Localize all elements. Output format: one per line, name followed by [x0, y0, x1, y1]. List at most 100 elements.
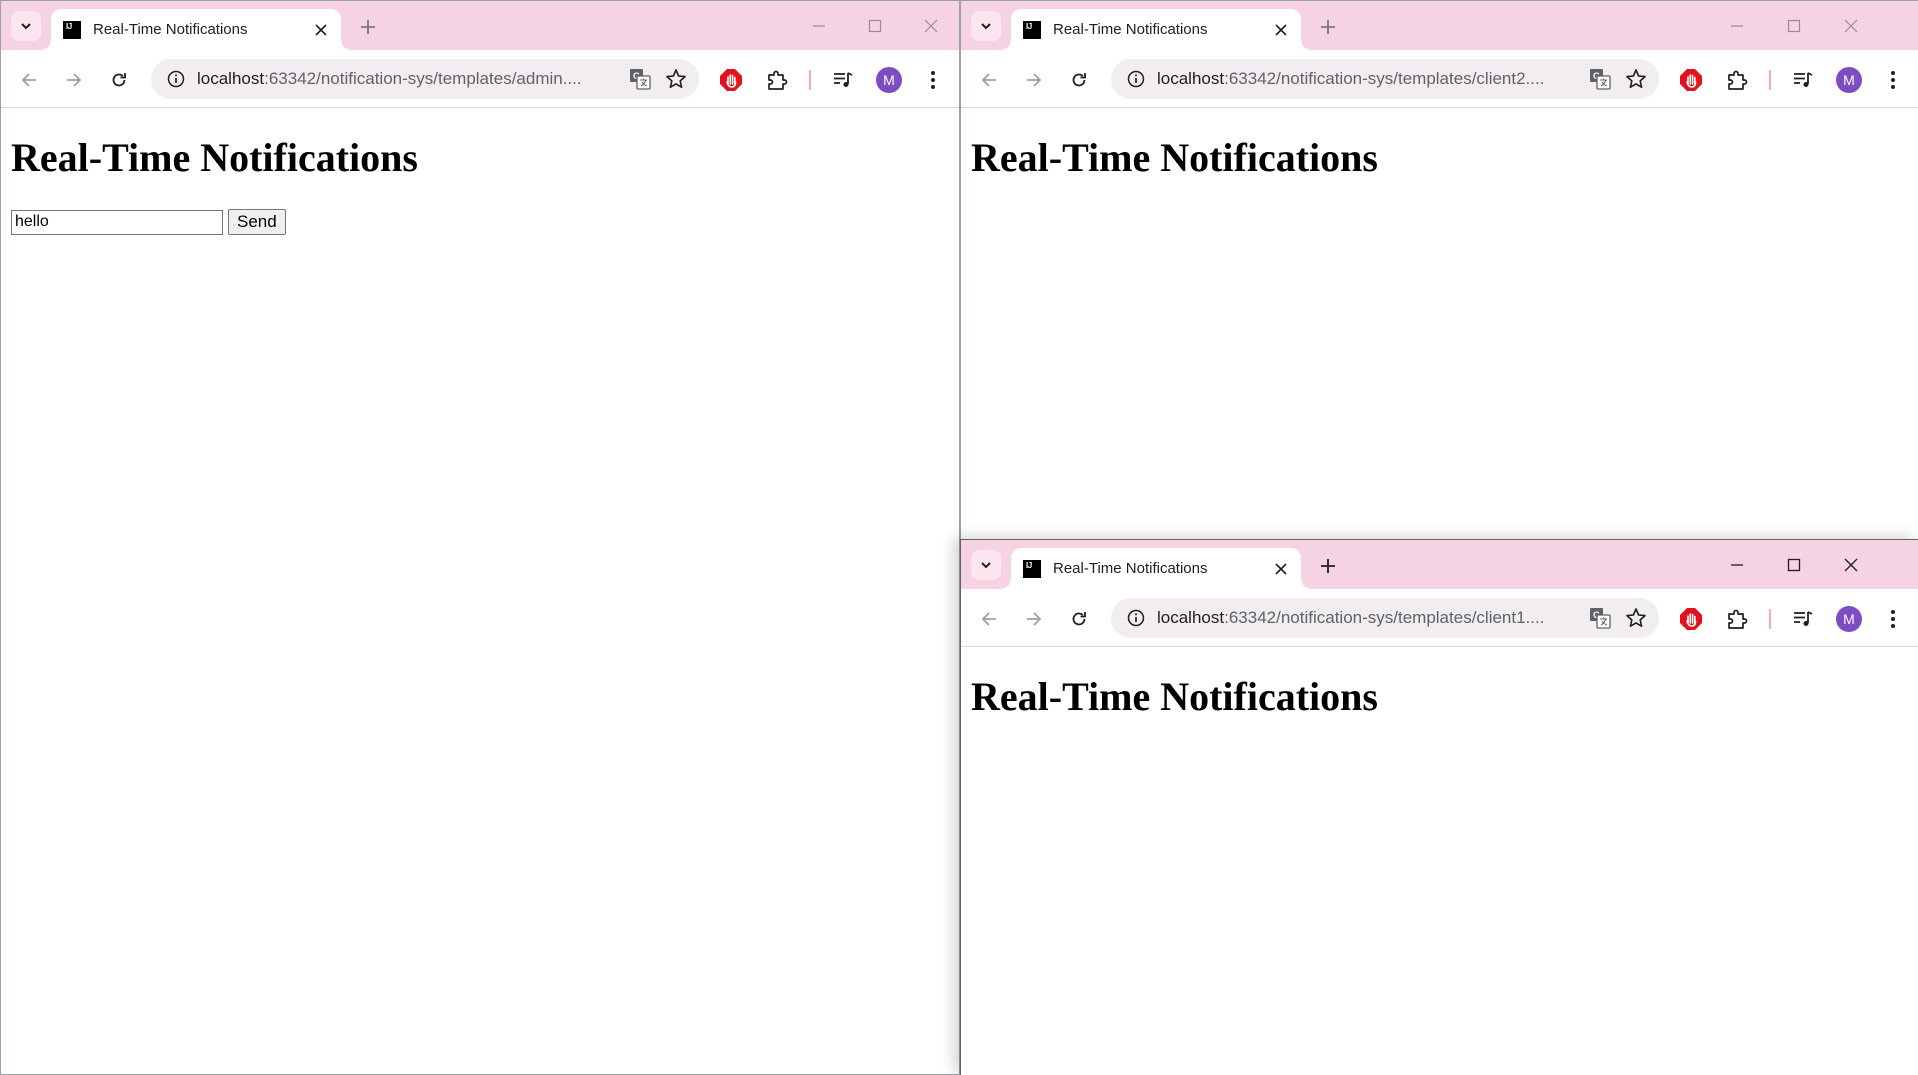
send-button[interactable]: Send [228, 209, 286, 235]
page-content: Real-Time Notifications [961, 674, 1918, 720]
back-button[interactable] [973, 603, 1005, 635]
tab-search-button[interactable] [971, 11, 1001, 41]
plus-icon [361, 20, 375, 34]
tab-search-button[interactable] [11, 11, 41, 41]
tab-close-button[interactable] [1271, 20, 1291, 40]
browser-toolbar: localhost:63342/notification-sys/templat… [961, 589, 1918, 647]
browser-window-client1: IJ Real-Time Notifications localhost:633… [960, 539, 1918, 1075]
page-title: Real-Time Notifications [971, 135, 1378, 180]
site-info-button[interactable] [1125, 607, 1147, 629]
back-icon [21, 73, 36, 87]
extensions-button[interactable] [761, 64, 793, 96]
message-input[interactable] [11, 209, 223, 235]
avatar: M [876, 67, 902, 93]
page-title: Real-Time Notifications [11, 135, 418, 180]
forward-button[interactable] [58, 64, 90, 96]
browser-window-admin: IJ Real-Time Notifications localhost:633… [0, 0, 960, 1075]
browser-toolbar: localhost:63342/notification-sys/templat… [961, 50, 1918, 108]
reload-button[interactable] [1063, 603, 1095, 635]
url-host: localhost [1157, 69, 1225, 88]
maximize-button[interactable] [847, 1, 903, 50]
minimize-button[interactable] [1709, 540, 1765, 589]
minimize-button[interactable] [1709, 1, 1765, 50]
translate-icon[interactable]: G [1589, 607, 1611, 629]
close-icon [1275, 23, 1287, 36]
menu-button[interactable] [1877, 603, 1909, 635]
extensions-button[interactable] [1721, 603, 1753, 635]
close-icon [1844, 19, 1858, 32]
star-icon[interactable] [1625, 68, 1647, 90]
new-tab-button[interactable] [1315, 14, 1341, 40]
jetbrains-favicon-icon: IJ [63, 20, 81, 39]
address-bar[interactable]: localhost:63342/notification-sys/templat… [151, 59, 699, 99]
profile-button[interactable]: M [873, 64, 905, 96]
back-button[interactable] [973, 64, 1005, 96]
extensions-button[interactable] [1721, 64, 1753, 96]
close-icon [1275, 562, 1287, 575]
star-icon[interactable] [665, 68, 687, 90]
maximize-button[interactable] [1766, 540, 1822, 589]
media-icon [834, 72, 853, 87]
extensions-icon [768, 70, 788, 90]
site-info-button[interactable] [1125, 68, 1147, 90]
address-bar[interactable]: localhost:63342/notification-sys/templat… [1111, 598, 1659, 638]
translate-icon[interactable]: G [629, 68, 651, 90]
media-controls-button[interactable] [1787, 603, 1819, 635]
address-bar[interactable]: localhost:63342/notification-sys/templat… [1111, 59, 1659, 99]
maximize-button[interactable] [1766, 1, 1822, 50]
tab-close-button[interactable] [1271, 559, 1291, 579]
forward-button[interactable] [1018, 603, 1050, 635]
browser-toolbar: localhost:63342/notification-sys/templat… [1, 50, 959, 108]
new-tab-button[interactable] [355, 14, 381, 40]
jetbrains-favicon-icon: IJ [1023, 559, 1041, 578]
forward-icon [1027, 612, 1042, 626]
maximize-icon [1787, 19, 1801, 32]
page-title: Real-Time Notifications [971, 674, 1378, 719]
tab-active[interactable]: IJ Real-Time Notifications [1001, 9, 1311, 50]
tab-active[interactable]: IJ Real-Time Notifications [1001, 548, 1311, 589]
adblock-extension-button[interactable] [1675, 64, 1707, 96]
url-text[interactable]: localhost:63342/notification-sys/templat… [1157, 69, 1581, 89]
new-tab-button[interactable] [1315, 553, 1341, 579]
back-button[interactable] [13, 64, 45, 96]
chevron-down-icon [21, 23, 31, 30]
media-controls-button[interactable] [1787, 64, 1819, 96]
window-close-button[interactable] [903, 1, 959, 50]
adblock-extension-button[interactable] [1675, 603, 1707, 635]
minimize-button[interactable] [791, 1, 847, 50]
window-close-button[interactable] [1823, 1, 1879, 50]
star-icon[interactable] [1625, 607, 1647, 629]
adblock-extension-button[interactable] [715, 64, 747, 96]
reload-button[interactable] [1063, 64, 1095, 96]
extensions-icon [1728, 609, 1748, 629]
tab-title: Real-Time Notifications [1053, 21, 1208, 38]
forward-button[interactable] [1018, 64, 1050, 96]
back-icon [981, 73, 996, 87]
menu-button[interactable] [917, 64, 949, 96]
info-icon [167, 70, 185, 88]
tab-search-button[interactable] [971, 550, 1001, 580]
media-controls-button[interactable] [827, 64, 859, 96]
url-text[interactable]: localhost:63342/notification-sys/templat… [197, 69, 621, 89]
translate-icon[interactable]: G [1589, 68, 1611, 90]
url-host: localhost [1157, 608, 1225, 627]
maximize-icon [868, 19, 882, 32]
tab-active[interactable]: IJ Real-Time Notifications [41, 9, 351, 50]
url-path: :63342/notification-sys/templates/client… [1224, 608, 1545, 627]
window-close-button[interactable] [1823, 540, 1879, 589]
profile-button[interactable]: M [1833, 603, 1865, 635]
site-info-button[interactable] [165, 68, 187, 90]
toolbar-separator [1769, 609, 1771, 629]
toolbar-separator [809, 70, 811, 90]
adblock-icon [1680, 69, 1702, 91]
menu-button[interactable] [1877, 64, 1909, 96]
jetbrains-favicon-icon: IJ [1023, 20, 1041, 39]
tab-close-button[interactable] [311, 20, 331, 40]
extensions-icon [1728, 70, 1748, 90]
page-content: Real-Time Notifications Send [1, 135, 959, 235]
url-text[interactable]: localhost:63342/notification-sys/templat… [1157, 608, 1581, 628]
menu-icon [1891, 610, 1895, 628]
profile-button[interactable]: M [1833, 64, 1865, 96]
reload-button[interactable] [103, 64, 135, 96]
adblock-icon [720, 69, 742, 91]
